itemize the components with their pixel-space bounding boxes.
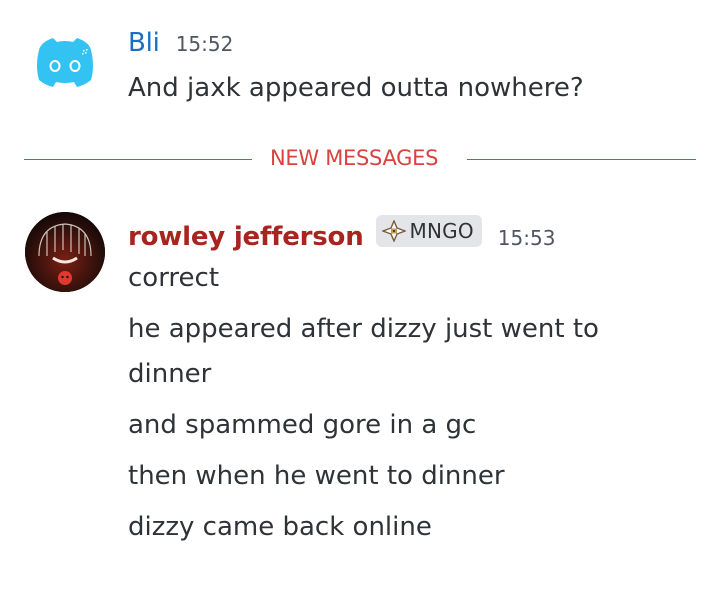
- user-avatar-image: [25, 212, 105, 292]
- message-text: dinner: [128, 359, 212, 389]
- message-text: dizzy came back online: [128, 512, 432, 542]
- timestamp[interactable]: 15:53: [498, 226, 556, 250]
- message-text: correct: [128, 263, 220, 293]
- message-header: rowley jefferson MNGO 15:53: [128, 215, 556, 252]
- username[interactable]: rowley jefferson: [128, 222, 364, 252]
- avatar[interactable]: [25, 212, 105, 292]
- clan-tag-label: MNGO: [409, 219, 474, 243]
- mango-icon: [381, 220, 406, 242]
- message-group-rowley: rowley jefferson MNGO 15:53 correct he a…: [0, 0, 720, 603]
- message-text: and spammed gore in a gc: [128, 410, 477, 440]
- message-text: he appeared after dizzy just went to: [128, 314, 599, 344]
- clan-tag[interactable]: MNGO: [375, 215, 482, 247]
- message-text: then when he went to dinner: [128, 461, 505, 491]
